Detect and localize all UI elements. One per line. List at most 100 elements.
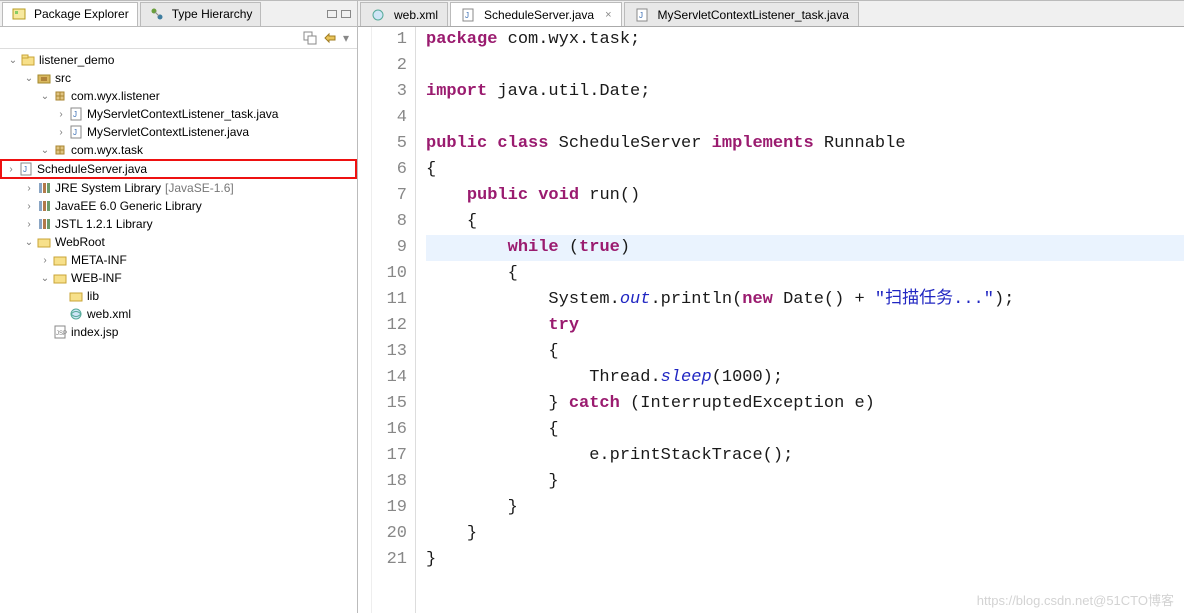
- folder-node[interactable]: › META-INF: [0, 251, 357, 269]
- tab-label: Package Explorer: [34, 7, 129, 21]
- left-tab-bar: Package Explorer Type Hierarchy: [0, 1, 357, 27]
- minimize-icon[interactable]: [327, 10, 337, 18]
- close-icon[interactable]: ×: [605, 9, 611, 21]
- tab-label: web.xml: [394, 8, 438, 22]
- twisty-icon[interactable]: ›: [54, 127, 68, 138]
- tree-label: MyServletContextListener.java: [87, 125, 249, 139]
- webroot-node[interactable]: ⌄ WebRoot: [0, 233, 357, 251]
- twisty-icon[interactable]: ›: [22, 201, 36, 212]
- folder-icon: [68, 288, 84, 304]
- tree-label: lib: [87, 289, 99, 303]
- tree-label: WebRoot: [55, 235, 105, 249]
- library-icon: [36, 216, 52, 232]
- view-menu-icon[interactable]: ▾: [343, 31, 349, 45]
- java-file-node[interactable]: › J MyServletContextListener_task.java: [0, 105, 357, 123]
- twisty-icon[interactable]: ⌄: [6, 55, 20, 66]
- java-file-icon: J: [634, 7, 650, 23]
- java-file-icon: J: [68, 124, 84, 140]
- tab-label: MyServletContextListener_task.java: [658, 8, 849, 22]
- tree-label: WEB-INF: [71, 271, 122, 285]
- tab-label: ScheduleServer.java: [484, 8, 594, 22]
- tree-label: web.xml: [87, 307, 131, 321]
- svg-text:J: J: [639, 11, 643, 20]
- line-number-gutter: 123 456 789 101112 131415 161718 192021: [372, 27, 416, 613]
- tree-label: JRE System Library: [55, 181, 161, 195]
- package-listener-node[interactable]: ⌄ com.wyx.listener: [0, 87, 357, 105]
- folder-open-icon: [36, 234, 52, 250]
- library-icon: [36, 180, 52, 196]
- tree-label: ScheduleServer.java: [37, 162, 147, 176]
- svg-text:J: J: [23, 165, 27, 174]
- package-explorer-pane: Package Explorer Type Hierarchy ▾ ⌄ l: [0, 0, 358, 613]
- editor-pane: web.xml J ScheduleServer.java × J MyServ…: [358, 0, 1184, 613]
- project-node[interactable]: ⌄ listener_demo: [0, 51, 357, 69]
- package-icon: [52, 142, 68, 158]
- folder-open-icon: [52, 270, 68, 286]
- package-icon: [52, 88, 68, 104]
- library-node[interactable]: › JRE System Library [JavaSE-1.6]: [0, 179, 357, 197]
- link-editor-icon[interactable]: [323, 31, 337, 45]
- xml-file-icon: [68, 306, 84, 322]
- tree-label: MyServletContextListener_task.java: [87, 107, 278, 121]
- folder-node[interactable]: › lib: [0, 287, 357, 305]
- twisty-icon[interactable]: ›: [4, 164, 18, 175]
- src-folder-icon: [36, 70, 52, 86]
- tree-label: META-INF: [71, 253, 127, 267]
- tree-label: listener_demo: [39, 53, 114, 67]
- library-node[interactable]: › JavaEE 6.0 Generic Library: [0, 197, 357, 215]
- svg-text:JSP: JSP: [56, 331, 67, 337]
- folder-icon: [52, 252, 68, 268]
- twisty-icon[interactable]: ›: [54, 109, 68, 120]
- code-editor[interactable]: 123 456 789 101112 131415 161718 192021 …: [358, 27, 1184, 613]
- library-suffix: [JavaSE-1.6]: [165, 181, 234, 195]
- editor-tab-scheduleserver[interactable]: J ScheduleServer.java ×: [450, 2, 622, 26]
- editor-tab-webxml[interactable]: web.xml: [360, 2, 448, 26]
- src-node[interactable]: ⌄ src: [0, 69, 357, 87]
- tree-label: com.wyx.task: [71, 143, 143, 157]
- twisty-icon[interactable]: ⌄: [22, 237, 36, 248]
- twisty-icon[interactable]: ⌄: [38, 91, 52, 102]
- tab-package-explorer[interactable]: Package Explorer: [2, 2, 138, 26]
- tree-label: index.jsp: [71, 325, 118, 339]
- tree-label: src: [55, 71, 71, 85]
- twisty-icon[interactable]: ⌄: [38, 273, 52, 284]
- java-file-node-highlighted[interactable]: › J ScheduleServer.java: [0, 159, 357, 179]
- project-tree[interactable]: ⌄ listener_demo ⌄ src ⌄ com.wyx.listener…: [0, 49, 357, 613]
- tree-label: com.wyx.listener: [71, 89, 160, 103]
- collapse-all-icon[interactable]: [303, 31, 317, 45]
- java-file-icon: J: [460, 7, 476, 23]
- twisty-icon[interactable]: ›: [22, 219, 36, 230]
- jsp-file-icon: JSP: [52, 324, 68, 340]
- twisty-icon[interactable]: ›: [22, 183, 36, 194]
- java-file-icon: J: [18, 161, 34, 177]
- svg-text:J: J: [73, 110, 77, 119]
- svg-text:J: J: [465, 11, 469, 20]
- java-file-icon: J: [68, 106, 84, 122]
- twisty-icon[interactable]: ⌄: [22, 73, 36, 84]
- package-task-node[interactable]: ⌄ com.wyx.task: [0, 141, 357, 159]
- editor-tab-listener[interactable]: J MyServletContextListener_task.java: [624, 2, 859, 26]
- library-node[interactable]: › JSTL 1.2.1 Library: [0, 215, 357, 233]
- maximize-icon[interactable]: [341, 10, 351, 18]
- webinf-node[interactable]: ⌄ WEB-INF: [0, 269, 357, 287]
- editor-tab-bar: web.xml J ScheduleServer.java × J MyServ…: [358, 1, 1184, 27]
- twisty-icon[interactable]: ›: [38, 255, 52, 266]
- java-file-node[interactable]: › J MyServletContextListener.java: [0, 123, 357, 141]
- xml-file-node[interactable]: › web.xml: [0, 305, 357, 323]
- library-icon: [36, 198, 52, 214]
- tree-label: JSTL 1.2.1 Library: [55, 217, 153, 231]
- twisty-icon[interactable]: ⌄: [38, 145, 52, 156]
- marker-column: [358, 27, 372, 613]
- tree-label: JavaEE 6.0 Generic Library: [55, 199, 202, 213]
- package-explorer-icon: [11, 6, 27, 22]
- svg-text:J: J: [73, 128, 77, 137]
- jsp-file-node[interactable]: › JSP index.jsp: [0, 323, 357, 341]
- explorer-toolbar: ▾: [0, 27, 357, 49]
- code-content[interactable]: package com.wyx.task; import java.util.D…: [416, 27, 1184, 613]
- xml-file-icon: [370, 7, 386, 23]
- tab-label: Type Hierarchy: [172, 7, 253, 21]
- project-icon: [20, 52, 36, 68]
- tab-type-hierarchy[interactable]: Type Hierarchy: [140, 2, 262, 26]
- type-hierarchy-icon: [149, 6, 165, 22]
- watermark-text: https://blog.csdn.net@51CTO博客: [977, 590, 1174, 609]
